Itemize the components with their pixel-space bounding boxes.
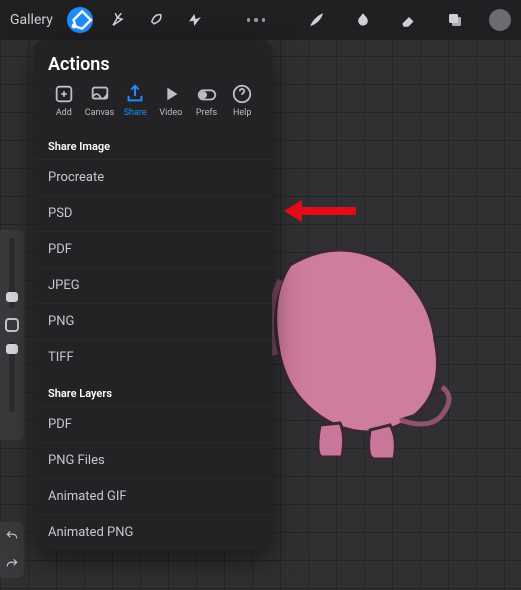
brush-size-slider[interactable] (9, 238, 15, 308)
help-icon (231, 83, 253, 105)
topbar: Gallery (0, 0, 521, 40)
undo-icon[interactable] (5, 529, 19, 543)
tab-label: Help (233, 108, 251, 118)
selection-button[interactable] (145, 8, 169, 32)
annotation-arrow (284, 200, 356, 222)
adjustments-button[interactable] (107, 8, 131, 32)
share-icon (124, 83, 146, 105)
modify-button[interactable] (5, 318, 19, 332)
share-item-pdf[interactable]: PDF (34, 231, 272, 267)
section-share-layers: Share Layers (34, 375, 272, 406)
prefs-icon (196, 83, 218, 105)
actions-button[interactable] (67, 7, 93, 33)
tab-label: Video (159, 108, 182, 118)
share-layers-gif[interactable]: Animated GIF (34, 478, 272, 514)
smudge-button[interactable] (351, 8, 375, 32)
add-icon (53, 83, 75, 105)
tab-share[interactable]: Share (117, 83, 153, 118)
section-share-image: Share Image (34, 128, 272, 159)
actions-panel: Actions Add Canvas Share Video Prefs Hel… (34, 40, 272, 550)
transform-button[interactable] (183, 8, 207, 32)
opacity-slider[interactable] (9, 342, 15, 412)
tab-label: Canvas (85, 108, 115, 118)
tab-label: Prefs (196, 108, 217, 118)
actions-tabs: Add Canvas Share Video Prefs Help (34, 83, 272, 128)
canvas-artwork (260, 225, 460, 485)
tab-label: Add (56, 108, 72, 118)
tab-canvas[interactable]: Canvas (82, 83, 118, 118)
redo-icon[interactable] (5, 557, 19, 571)
undo-redo-bar (0, 522, 24, 578)
tab-help[interactable]: Help (224, 83, 260, 118)
video-icon (160, 83, 182, 105)
modify-menu-button[interactable] (247, 18, 266, 22)
tab-prefs[interactable]: Prefs (189, 83, 225, 118)
color-button[interactable] (489, 9, 511, 31)
share-item-tiff[interactable]: TIFF (34, 339, 272, 375)
share-layers-png-files[interactable]: PNG Files (34, 442, 272, 478)
eraser-button[interactable] (397, 8, 421, 32)
brush-button[interactable] (305, 8, 329, 32)
panel-title: Actions (34, 40, 272, 83)
sidebar (0, 230, 24, 440)
share-item-psd[interactable]: PSD (34, 195, 272, 231)
share-item-procreate[interactable]: Procreate (34, 159, 272, 195)
canvas-icon (89, 83, 111, 105)
share-layers-apng[interactable]: Animated PNG (34, 514, 272, 550)
share-item-png[interactable]: PNG (34, 303, 272, 339)
gallery-button[interactable]: Gallery (10, 12, 53, 28)
tab-label: Share (124, 108, 147, 118)
layers-button[interactable] (443, 8, 467, 32)
tab-add[interactable]: Add (46, 83, 82, 118)
tab-video[interactable]: Video (153, 83, 189, 118)
share-item-jpeg[interactable]: JPEG (34, 267, 272, 303)
share-layers-pdf[interactable]: PDF (34, 406, 272, 442)
